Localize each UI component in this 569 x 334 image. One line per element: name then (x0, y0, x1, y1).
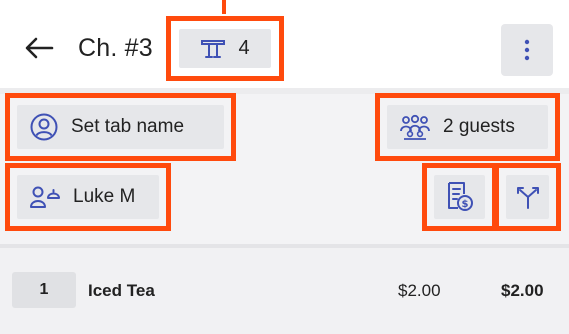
set-tab-name-highlight: Set tab name (5, 93, 236, 161)
back-button[interactable] (22, 33, 56, 63)
more-options-button[interactable] (501, 24, 553, 76)
table-icon (200, 39, 226, 59)
item-total-price: $2.00 (501, 281, 544, 300)
item-name: Iced Tea (88, 281, 155, 300)
arrow-left-icon (24, 37, 54, 59)
set-tab-name-label: Set tab name (71, 116, 185, 137)
table-pill[interactable]: 4 (179, 29, 271, 68)
server-label: Luke M (73, 186, 136, 207)
table-button[interactable]: 4 (166, 16, 284, 81)
guests-label: 2 guests (443, 116, 515, 137)
person-circle-icon (29, 112, 59, 142)
server-icon (29, 185, 61, 209)
item-unit-price: $2.00 (398, 281, 441, 300)
check-highlight: $ (422, 163, 497, 231)
set-tab-name-button[interactable]: Set tab name (17, 105, 224, 149)
split-check-button[interactable] (506, 175, 549, 219)
guests-button[interactable]: 2 guests (387, 105, 548, 149)
item-quantity[interactable]: 1 (12, 272, 76, 308)
highlight-marker (222, 0, 226, 14)
server-highlight: Luke M (5, 163, 171, 231)
table-number: 4 (238, 37, 250, 59)
split-icon (515, 184, 541, 210)
svg-text:$: $ (461, 199, 468, 210)
split-highlight (494, 163, 561, 231)
order-item-row[interactable] (0, 248, 569, 334)
more-vertical-icon (524, 39, 530, 61)
group-icon (399, 114, 431, 140)
page-title: Ch. #3 (78, 34, 153, 62)
guests-highlight: 2 guests (375, 93, 560, 161)
receipt-dollar-icon: $ (446, 181, 474, 213)
check-payment-button[interactable]: $ (434, 175, 485, 219)
server-button[interactable]: Luke M (17, 175, 159, 219)
